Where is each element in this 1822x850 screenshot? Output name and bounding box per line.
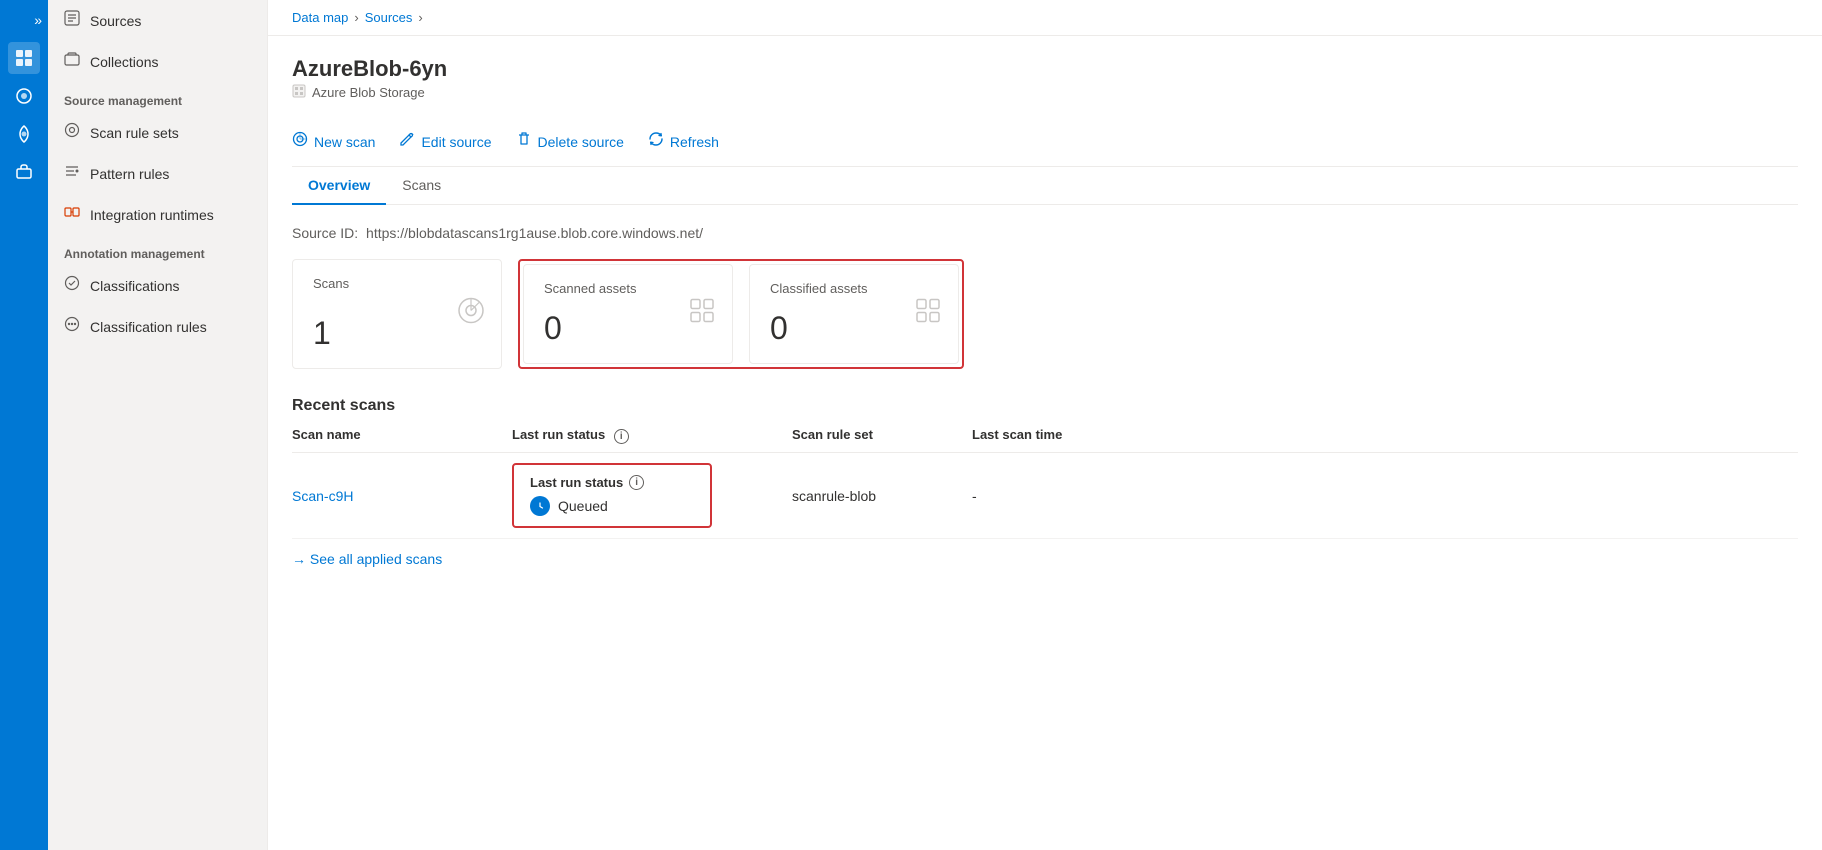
integration-runtimes-label: Integration runtimes [90, 207, 214, 223]
sources-icon [64, 10, 80, 31]
queued-icon [530, 496, 550, 516]
recent-scans-title: Recent scans [292, 397, 1798, 415]
source-management-section: Source management [48, 82, 267, 112]
source-id-value: https://blobdatascans1rg1ause.blob.core.… [366, 225, 703, 241]
sidebar-item-integration-runtimes[interactable]: Integration runtimes [48, 194, 267, 235]
annotation-management-section: Annotation management [48, 235, 267, 265]
status-info-icon[interactable]: i [629, 475, 644, 490]
breadcrumb-data-map[interactable]: Data map [292, 10, 348, 25]
classified-assets-grid-icon [914, 297, 942, 332]
content-area: AzureBlob-6yn Azure Blob Storage [268, 36, 1822, 850]
see-all-scans-link[interactable]: → See all applied scans [292, 551, 1798, 567]
scan-rule-sets-icon [64, 122, 80, 143]
sidebar: Sources Collections Source management Sc… [48, 0, 268, 850]
info-icon[interactable]: i [614, 429, 629, 444]
tab-scans[interactable]: Scans [386, 167, 457, 205]
classified-assets-label: Classified assets [770, 281, 938, 296]
refresh-icon [648, 131, 664, 152]
classified-assets-card: Classified assets 0 [749, 264, 959, 364]
status-label: Queued [558, 498, 608, 514]
edit-source-icon [399, 131, 415, 152]
management-nav-icon[interactable] [8, 118, 40, 150]
scanned-assets-value: 0 [544, 310, 712, 347]
table-header: Scan name Last run status i Scan rule se… [292, 427, 1798, 453]
subtitle-icon [292, 84, 306, 101]
new-scan-button[interactable]: New scan [292, 127, 375, 156]
new-scan-label: New scan [314, 134, 375, 150]
edit-source-button[interactable]: Edit source [399, 127, 491, 156]
scanned-assets-label: Scanned assets [544, 281, 712, 296]
col-header-scan-rule-set: Scan rule set [792, 427, 972, 444]
sidebar-item-pattern-rules[interactable]: Pattern rules [48, 153, 267, 194]
scanned-assets-card: Scanned assets 0 [523, 264, 733, 364]
scans-card: Scans 1 [292, 259, 502, 369]
status-header: Last run status i [530, 475, 694, 494]
classifications-label: Classifications [90, 278, 179, 294]
last-run-status-label: Last run status [512, 427, 605, 442]
edit-source-label: Edit source [421, 134, 491, 150]
sidebar-item-collections[interactable]: Collections [48, 41, 267, 82]
last-scan-time-cell: - [972, 488, 977, 504]
scan-name-cell: Scan-c9H [292, 488, 512, 504]
classified-assets-value: 0 [770, 310, 938, 347]
scans-label: Scans [313, 276, 481, 291]
scans-value: 1 [313, 315, 481, 352]
scan-name-link[interactable]: Scan-c9H [292, 488, 353, 504]
highlighted-stats-group: Scanned assets 0 Classified assets [518, 259, 964, 369]
classification-rules-label: Classification rules [90, 319, 207, 335]
pattern-rules-label: Pattern rules [90, 166, 169, 182]
integration-runtimes-icon [64, 204, 80, 225]
collapse-icon[interactable]: » [34, 12, 48, 28]
sidebar-item-classifications[interactable]: Classifications [48, 265, 267, 306]
tabs: Overview Scans [292, 167, 1798, 205]
scan-rule-sets-label: Scan rule sets [90, 125, 179, 141]
collections-icon [64, 51, 80, 72]
tools-nav-icon[interactable] [8, 156, 40, 188]
refresh-label: Refresh [670, 134, 719, 150]
collections-label: Collections [90, 54, 158, 70]
breadcrumb: Data map › Sources › [268, 0, 1822, 36]
status-value: Queued [530, 496, 694, 516]
icon-rail: » [0, 0, 48, 850]
main-content: Data map › Sources › AzureBlob-6yn Azure… [268, 0, 1822, 850]
pattern-rules-icon [64, 163, 80, 184]
source-id-label: Source ID: [292, 225, 358, 241]
status-highlight-box: Last run status i Queued [512, 463, 712, 528]
delete-source-icon [516, 131, 532, 152]
delete-source-label: Delete source [538, 134, 624, 150]
sidebar-item-scan-rule-sets[interactable]: Scan rule sets [48, 112, 267, 153]
sidebar-item-sources[interactable]: Sources [48, 0, 267, 41]
status-header-label: Last run status [530, 475, 623, 490]
page-subtitle: Azure Blob Storage [292, 84, 1798, 101]
subtitle-text: Azure Blob Storage [312, 85, 425, 100]
source-id-row: Source ID: https://blobdatascans1rg1ause… [292, 225, 1798, 241]
refresh-button[interactable]: Refresh [648, 127, 719, 156]
classification-rules-icon [64, 316, 80, 337]
table-row: Scan-c9H Last run status i [292, 453, 1798, 539]
status-cell: Last run status i Queued [512, 463, 792, 528]
page-title: AzureBlob-6yn [292, 56, 1798, 82]
tab-overview[interactable]: Overview [292, 167, 386, 205]
col-header-last-scan-time: Last scan time [972, 427, 1062, 444]
scanned-assets-grid-icon [688, 297, 716, 332]
new-scan-icon [292, 131, 308, 152]
toolbar: New scan Edit source Delete source [292, 117, 1798, 167]
stats-row: Scans 1 Scanned assets 0 [292, 259, 1798, 369]
classifications-icon [64, 275, 80, 296]
data-map-nav-icon[interactable] [8, 42, 40, 74]
breadcrumb-sources[interactable]: Sources [365, 10, 413, 25]
scans-grid-icon [457, 297, 485, 332]
col-header-last-run: Last run status i [512, 427, 792, 444]
col-header-scan-name: Scan name [292, 427, 512, 444]
scan-rule-set-cell: scanrule-blob [792, 488, 972, 504]
breadcrumb-sep-2: › [418, 10, 422, 25]
breadcrumb-sep-1: › [354, 10, 358, 25]
sources-label: Sources [90, 13, 141, 29]
sidebar-item-classification-rules[interactable]: Classification rules [48, 306, 267, 347]
insights-nav-icon[interactable] [8, 80, 40, 112]
delete-source-button[interactable]: Delete source [516, 127, 624, 156]
